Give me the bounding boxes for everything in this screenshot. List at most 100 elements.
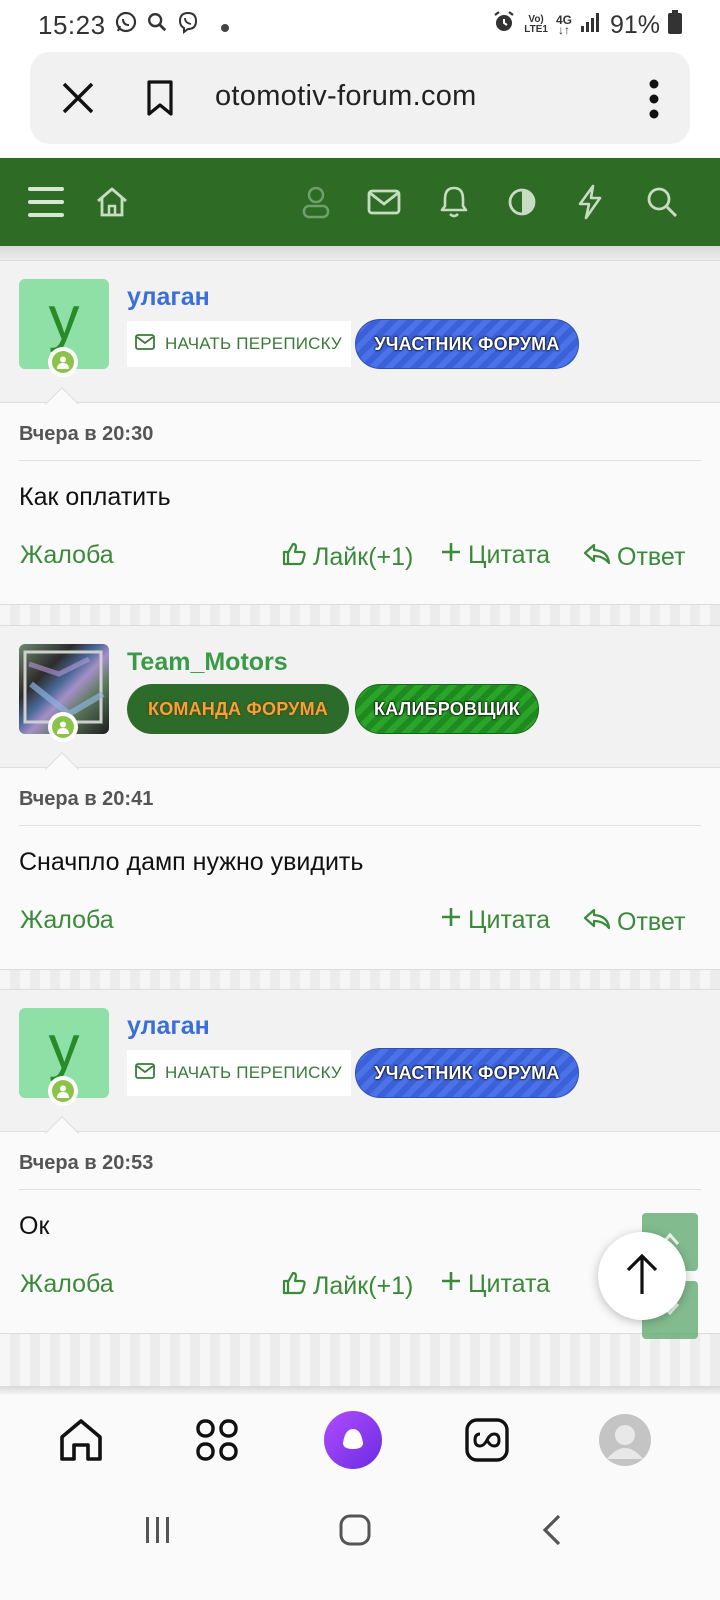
arrow-up-icon — [622, 1252, 662, 1301]
alice-assistant-icon[interactable] — [323, 1410, 383, 1470]
report-label: Жалоба — [20, 1270, 114, 1298]
post: Team_Motors КОМАНДА ФОРУМА КАЛИБРОВЩИК В… — [0, 625, 720, 970]
quote-link[interactable]: Цитата — [440, 1270, 550, 1299]
tabs-icon[interactable] — [457, 1410, 517, 1470]
like-link[interactable]: Лайк(+1) — [281, 541, 413, 574]
signal-icon — [580, 11, 602, 40]
post-text: Ок — [19, 1212, 50, 1240]
post-date[interactable]: Вчера в 20:30 — [19, 423, 153, 446]
post-actions: Жалоба Цитата Ответ — [0, 906, 720, 946]
home-icon[interactable] — [90, 180, 134, 224]
reply-link[interactable]: Ответ — [583, 541, 685, 574]
team-badge: КОМАНДА ФОРУМА — [127, 684, 349, 734]
back-button-icon[interactable] — [532, 1510, 572, 1550]
quote-label: Цитата — [468, 541, 551, 569]
reply-label: Ответ — [617, 908, 686, 936]
address-bar[interactable]: otomotiv-forum.com — [30, 52, 690, 144]
like-link[interactable]: Лайк(+1) — [281, 1270, 413, 1303]
thumbs-up-icon — [281, 541, 307, 574]
divider — [19, 460, 701, 461]
online-status-icon — [48, 712, 78, 742]
divider — [19, 1189, 701, 1190]
lte-label: LTE1 — [524, 24, 548, 35]
volte-indicator: Vo) LTE1 — [524, 15, 548, 35]
reply-icon — [583, 541, 611, 574]
divider — [19, 825, 701, 826]
battery-icon — [668, 9, 682, 41]
like-label: Лайк(+1) — [313, 1272, 414, 1300]
dot-icon — [220, 11, 230, 40]
quote-link[interactable]: Цитата — [440, 541, 550, 570]
reply-link[interactable]: Ответ — [583, 906, 685, 939]
plus-icon — [440, 1270, 462, 1299]
start-conversation-label: НАЧАТЬ ПЕРЕПИСКУ — [165, 334, 342, 353]
quote-label: Цитата — [468, 906, 551, 934]
post-text: Как оплатить — [19, 483, 171, 511]
post: у улаган НАЧАТЬ ПЕРЕПИСКУ УЧАСТНИК ФОРУМ… — [0, 260, 720, 605]
home-button-icon[interactable] — [335, 1510, 375, 1550]
post-notch — [45, 1116, 79, 1150]
username[interactable]: Team_Motors — [127, 648, 288, 677]
plus-icon — [440, 541, 462, 570]
reply-icon — [583, 906, 611, 939]
search-icon[interactable] — [640, 180, 684, 224]
username[interactable]: улаган — [127, 1012, 210, 1041]
plus-icon — [440, 906, 462, 935]
quote-label: Цитата — [468, 1270, 551, 1298]
report-link[interactable]: Жалоба — [20, 906, 114, 935]
report-link[interactable]: Жалоба — [20, 1270, 114, 1299]
apps-grid-icon[interactable] — [187, 1410, 247, 1470]
post-date[interactable]: Вчера в 20:41 — [19, 788, 153, 811]
menu-icon[interactable] — [24, 180, 68, 224]
post-user-block: у улаган НАЧАТЬ ПЕРЕПИСКУ УЧАСТНИК ФОРУМ… — [0, 261, 720, 421]
browser-bottom-bar — [0, 1396, 720, 1486]
browser-home-icon[interactable] — [51, 1410, 111, 1470]
thumbs-up-icon — [281, 1270, 307, 1303]
forum-navbar — [0, 158, 720, 246]
status-time: 15:23 — [38, 9, 106, 40]
viber-icon — [176, 10, 200, 41]
post-text: Сначпло дамп нужно увидить — [19, 848, 364, 876]
mail-icon[interactable] — [362, 180, 406, 224]
url-text[interactable]: otomotiv-forum.com — [215, 80, 477, 113]
role-badge: КАЛИБРОВЩИК — [355, 684, 539, 734]
post-notch — [45, 387, 79, 421]
user-title-badge: УЧАСТНИК ФОРУМА — [355, 319, 579, 369]
like-label: Лайк(+1) — [313, 543, 414, 571]
start-conversation-button[interactable]: НАЧАТЬ ПЕРЕПИСКУ — [127, 1050, 351, 1096]
bottom-bar-shadow — [0, 1386, 720, 1396]
start-conversation-label: НАЧАТЬ ПЕРЕПИСКУ — [165, 1063, 342, 1082]
post-user-block: Team_Motors КОМАНДА ФОРУМА КАЛИБРОВЩИК — [0, 626, 720, 786]
close-icon[interactable] — [58, 78, 98, 118]
online-status-icon — [48, 1076, 78, 1106]
online-status-icon — [48, 347, 78, 377]
user-icon[interactable] — [294, 180, 338, 224]
bookmark-icon[interactable] — [140, 78, 180, 118]
post-separator — [0, 605, 720, 625]
report-link[interactable]: Жалоба — [20, 541, 114, 570]
reply-label: Ответ — [617, 543, 686, 571]
post-actions: Жалоба Лайк(+1) Цитата Ответ — [0, 541, 720, 581]
post-separator — [0, 1334, 720, 1386]
alarm-icon — [492, 10, 516, 41]
quote-link[interactable]: Цитата — [440, 906, 550, 935]
report-label: Жалоба — [20, 541, 114, 569]
recent-apps-icon[interactable] — [138, 1510, 178, 1550]
network-type: 4G ↓↑ — [555, 13, 572, 37]
bell-icon[interactable] — [432, 180, 476, 224]
bolt-icon[interactable] — [568, 180, 612, 224]
start-conversation-button[interactable]: НАЧАТЬ ПЕРЕПИСКУ — [127, 321, 351, 367]
post-separator — [0, 970, 720, 990]
contrast-icon[interactable] — [500, 180, 544, 224]
scroll-up-button[interactable] — [598, 1232, 686, 1320]
system-navigation-bar — [0, 1486, 720, 1600]
user-title-badge: УЧАСТНИК ФОРУМА — [355, 1048, 579, 1098]
profile-avatar-icon[interactable] — [595, 1410, 655, 1470]
envelope-icon — [135, 333, 155, 355]
more-menu-icon[interactable] — [648, 78, 660, 120]
username[interactable]: улаган — [127, 283, 210, 312]
search-notification-icon — [146, 11, 168, 40]
envelope-icon — [135, 1062, 155, 1084]
post-notch — [45, 752, 79, 786]
post-date[interactable]: Вчера в 20:53 — [19, 1152, 153, 1175]
